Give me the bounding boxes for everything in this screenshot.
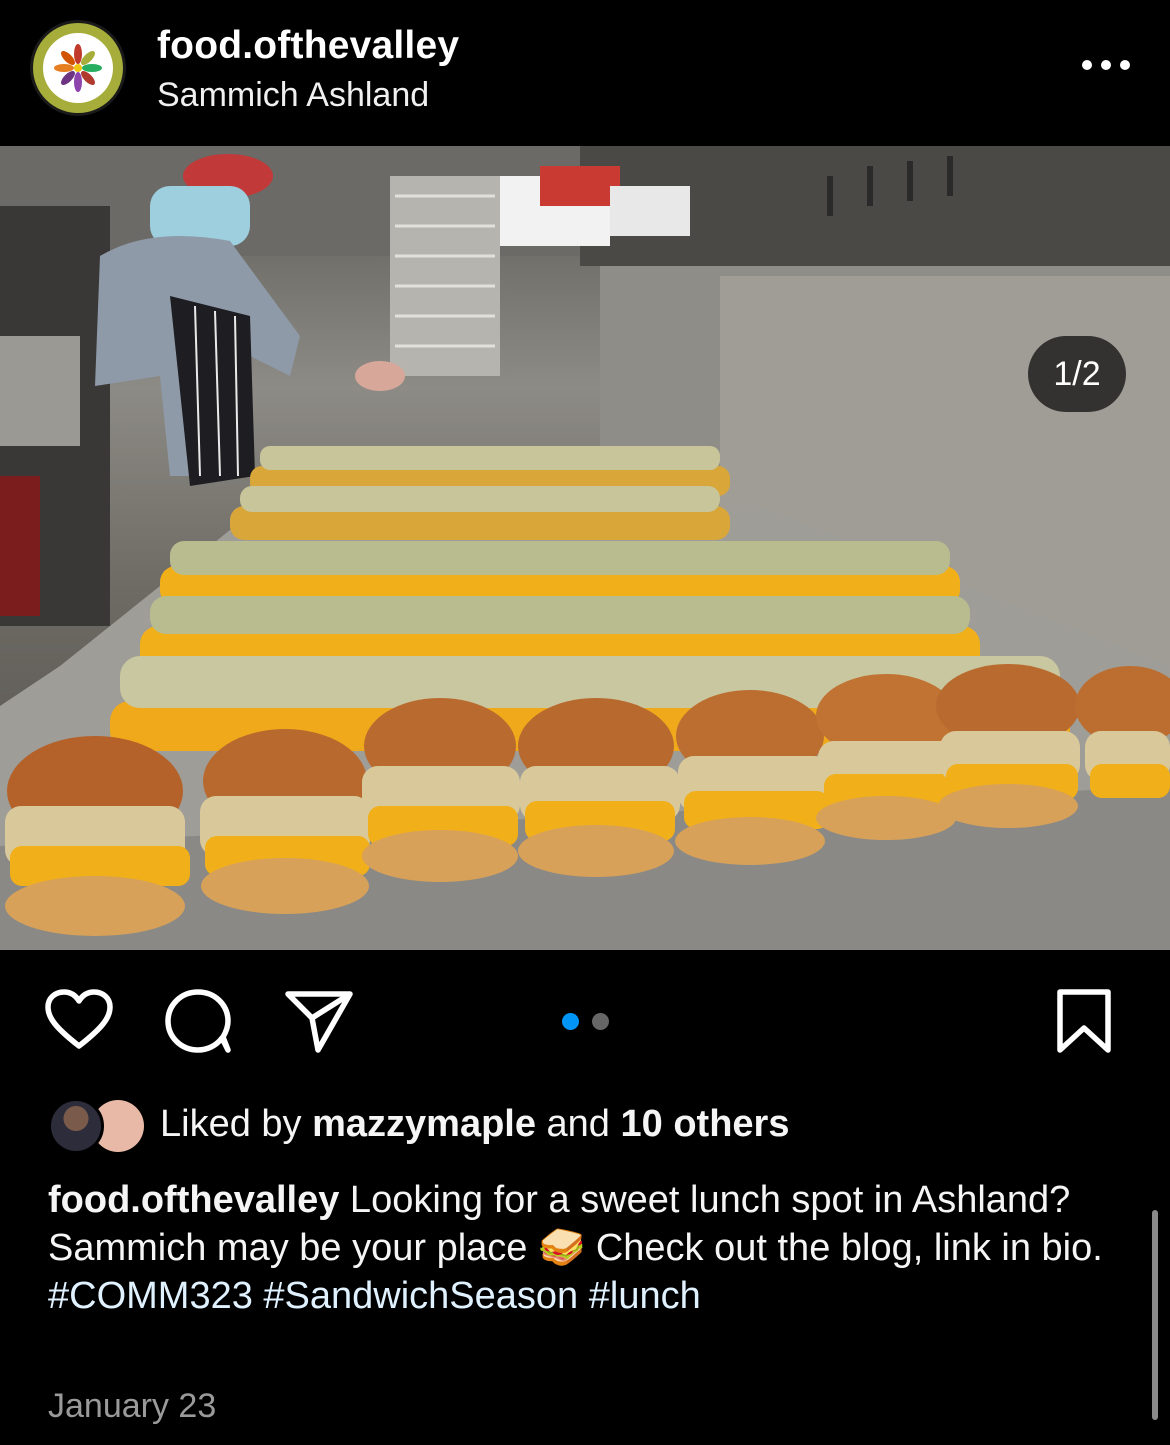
liker-username[interactable]: mazzymaple — [312, 1103, 536, 1145]
carousel-counter: 1/2 — [1028, 336, 1126, 412]
likes-others[interactable]: 10 others — [621, 1103, 790, 1145]
post-photo[interactable]: 1/2 — [0, 146, 1170, 950]
bookmark-icon[interactable] — [1054, 988, 1114, 1059]
post-location[interactable]: Sammich Ashland — [157, 76, 429, 115]
profile-avatar[interactable] — [30, 20, 126, 116]
caption-username[interactable]: food.ofthevalley — [48, 1179, 339, 1221]
carousel-dot — [592, 1013, 609, 1030]
post-username[interactable]: food.ofthevalley — [157, 24, 459, 68]
likes-middle: and — [535, 1103, 621, 1145]
post-header: food.ofthevalley Sammich Ashland — [0, 0, 1170, 146]
likes-prefix: Liked by — [160, 1103, 313, 1145]
more-icon[interactable] — [1078, 48, 1134, 84]
scrollbar[interactable] — [1152, 1210, 1158, 1420]
carousel-dot-active — [562, 1013, 579, 1030]
post-caption: food.ofthevalley Looking for a sweet lun… — [48, 1176, 1118, 1320]
liker-avatar — [48, 1098, 104, 1154]
hashtag[interactable]: #COMM323 — [48, 1275, 253, 1317]
heart-icon[interactable] — [44, 988, 114, 1057]
post-date: January 23 — [48, 1387, 217, 1425]
hashtag[interactable]: #SandwichSeason — [263, 1275, 578, 1317]
likes-text: Liked by mazzymaple and 10 others — [160, 1103, 789, 1146]
burger-kitchen-image — [0, 146, 1170, 950]
hashtag[interactable]: #lunch — [589, 1275, 701, 1317]
flower-logo-icon — [54, 44, 102, 92]
likes-row[interactable]: Liked by mazzymaple and 10 others — [48, 1096, 1148, 1156]
comment-icon[interactable] — [164, 988, 234, 1059]
share-icon[interactable] — [284, 988, 354, 1059]
carousel-dots — [560, 1013, 620, 1031]
